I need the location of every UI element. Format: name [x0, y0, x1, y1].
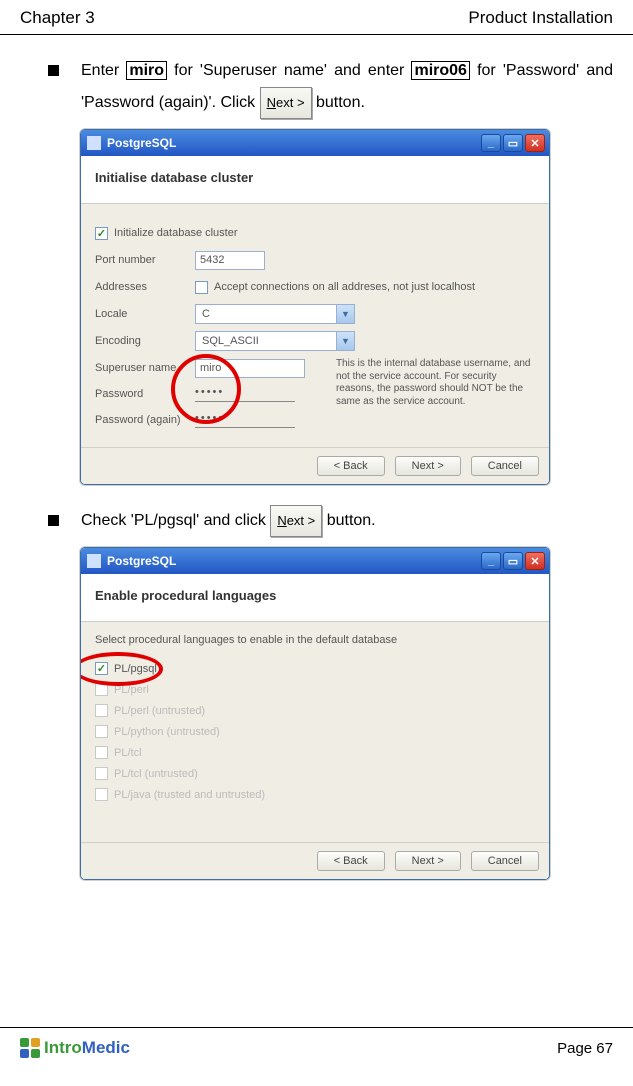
encoding-value: SQL_ASCII	[202, 335, 259, 347]
text: Enter	[81, 62, 126, 79]
boxed-value-miro: miro	[126, 61, 167, 80]
lang-label: PL/pgsql	[114, 663, 157, 675]
window-title: PostgreSQL	[107, 136, 176, 150]
text: Check 'PL/pgsql' and click	[81, 512, 270, 529]
window-body: Select procedural languages to enable in…	[81, 622, 549, 842]
bullet-icon	[48, 65, 59, 76]
titlebar: PostgreSQL _ ▭ ✕	[81, 130, 549, 156]
lang-plpython-untrusted: PL/python (untrusted)	[95, 721, 535, 742]
password-again-label: Password (again)	[95, 414, 195, 426]
lang-plperl-untrusted: PL/perl (untrusted)	[95, 700, 535, 721]
back-button[interactable]: < Back	[317, 851, 385, 871]
password-again-input[interactable]: •••••	[195, 412, 295, 428]
superuser-input[interactable]: miro	[195, 359, 305, 378]
lang-plpgsql[interactable]: ✓ PL/pgsql	[95, 658, 535, 679]
lang-label: PL/perl (untrusted)	[114, 705, 205, 717]
next-button-inline: Next >	[270, 505, 322, 537]
minimize-button[interactable]: _	[481, 552, 501, 570]
addresses-checkbox[interactable]	[195, 281, 208, 294]
window-heading: Initialise database cluster	[81, 156, 549, 204]
maximize-button[interactable]: ▭	[503, 134, 523, 152]
titlebar: PostgreSQL _ ▭ ✕	[81, 548, 549, 574]
locale-value: C	[202, 308, 210, 320]
bullet-icon	[48, 515, 59, 526]
instruction-2: Check 'PL/pgsql' and click Next > button…	[40, 505, 613, 537]
chapter-label: Chapter 3	[20, 8, 95, 28]
postgresql-init-window: PostgreSQL _ ▭ ✕ Initialise database clu…	[80, 129, 550, 485]
instruction-1-text: Enter miro for 'Superuser name' and ente…	[81, 55, 613, 119]
page-header: Chapter 3 Product Installation	[0, 0, 633, 35]
checkbox-disabled	[95, 704, 108, 717]
encoding-label: Encoding	[95, 335, 195, 347]
init-cluster-checkbox[interactable]: ✓	[95, 227, 108, 240]
window-title: PostgreSQL	[107, 554, 176, 568]
chevron-down-icon: ▼	[336, 305, 354, 323]
checkbox-disabled	[95, 725, 108, 738]
intro-text: Select procedural languages to enable in…	[95, 634, 535, 646]
section-label: Product Installation	[468, 8, 613, 28]
page-footer: IntroMedic Page 67	[0, 1027, 633, 1058]
locale-label: Locale	[95, 308, 195, 320]
brand-part-1: Intro	[44, 1038, 82, 1058]
next-button-inline: Next >	[260, 87, 312, 119]
boxed-value-miro06: miro06	[411, 61, 469, 80]
close-button[interactable]: ✕	[525, 552, 545, 570]
lang-label: PL/python (untrusted)	[114, 726, 220, 738]
lang-label: PL/java (trusted and untrusted)	[114, 789, 265, 801]
minimize-button[interactable]: _	[481, 134, 501, 152]
intromedic-logo: IntroMedic	[20, 1038, 130, 1058]
back-button[interactable]: < Back	[317, 456, 385, 476]
maximize-button[interactable]: ▭	[503, 552, 523, 570]
addresses-label: Addresses	[95, 281, 195, 293]
text: button.	[322, 512, 375, 529]
port-input[interactable]: 5432	[195, 251, 265, 270]
logo-mark-icon	[20, 1038, 40, 1058]
plpgsql-checkbox[interactable]: ✓	[95, 662, 108, 675]
page-number: Page 67	[557, 1040, 613, 1057]
window-body: ✓ Initialize database cluster Port numbe…	[81, 204, 549, 447]
password-label: Password	[95, 388, 195, 400]
app-icon	[87, 136, 101, 150]
close-button[interactable]: ✕	[525, 134, 545, 152]
lang-pljava: PL/java (trusted and untrusted)	[95, 784, 535, 805]
button-row: < Back Next > Cancel	[81, 447, 549, 484]
lang-pltcl-untrusted: PL/tcl (untrusted)	[95, 763, 535, 784]
next-button[interactable]: Next >	[395, 851, 461, 871]
checkbox-disabled	[95, 767, 108, 780]
checkbox-disabled	[95, 788, 108, 801]
security-note: This is the internal database username, …	[336, 358, 535, 408]
window-heading: Enable procedural languages	[81, 574, 549, 622]
locale-combo[interactable]: C ▼	[195, 304, 355, 324]
checkbox-disabled	[95, 683, 108, 696]
checkbox-disabled	[95, 746, 108, 759]
text: for 'Superuser name' and enter	[167, 62, 411, 79]
brand-part-2: Medic	[82, 1038, 130, 1058]
instruction-1: Enter miro for 'Superuser name' and ente…	[40, 55, 613, 119]
next-button[interactable]: Next >	[395, 456, 461, 476]
lang-label: PL/tcl (untrusted)	[114, 768, 198, 780]
instruction-2-text: Check 'PL/pgsql' and click Next > button…	[81, 505, 613, 537]
port-label: Port number	[95, 254, 195, 266]
button-row: < Back Next > Cancel	[81, 842, 549, 879]
app-icon	[87, 554, 101, 568]
cancel-button[interactable]: Cancel	[471, 456, 539, 476]
init-cluster-label: Initialize database cluster	[114, 227, 238, 239]
password-input[interactable]: •••••	[195, 386, 295, 402]
chevron-down-icon: ▼	[336, 332, 354, 350]
lang-label: PL/perl	[114, 684, 149, 696]
lang-pltcl: PL/tcl	[95, 742, 535, 763]
cancel-button[interactable]: Cancel	[471, 851, 539, 871]
postgresql-languages-window: PostgreSQL _ ▭ ✕ Enable procedural langu…	[80, 547, 550, 880]
addresses-cb-label: Accept connections on all addreses, not …	[214, 281, 475, 293]
lang-plperl: PL/perl	[95, 679, 535, 700]
encoding-combo[interactable]: SQL_ASCII ▼	[195, 331, 355, 351]
superuser-label: Superuser name	[95, 362, 195, 374]
text: button.	[312, 94, 365, 111]
lang-label: PL/tcl	[114, 747, 142, 759]
page-content: Enter miro for 'Superuser name' and ente…	[0, 35, 633, 880]
